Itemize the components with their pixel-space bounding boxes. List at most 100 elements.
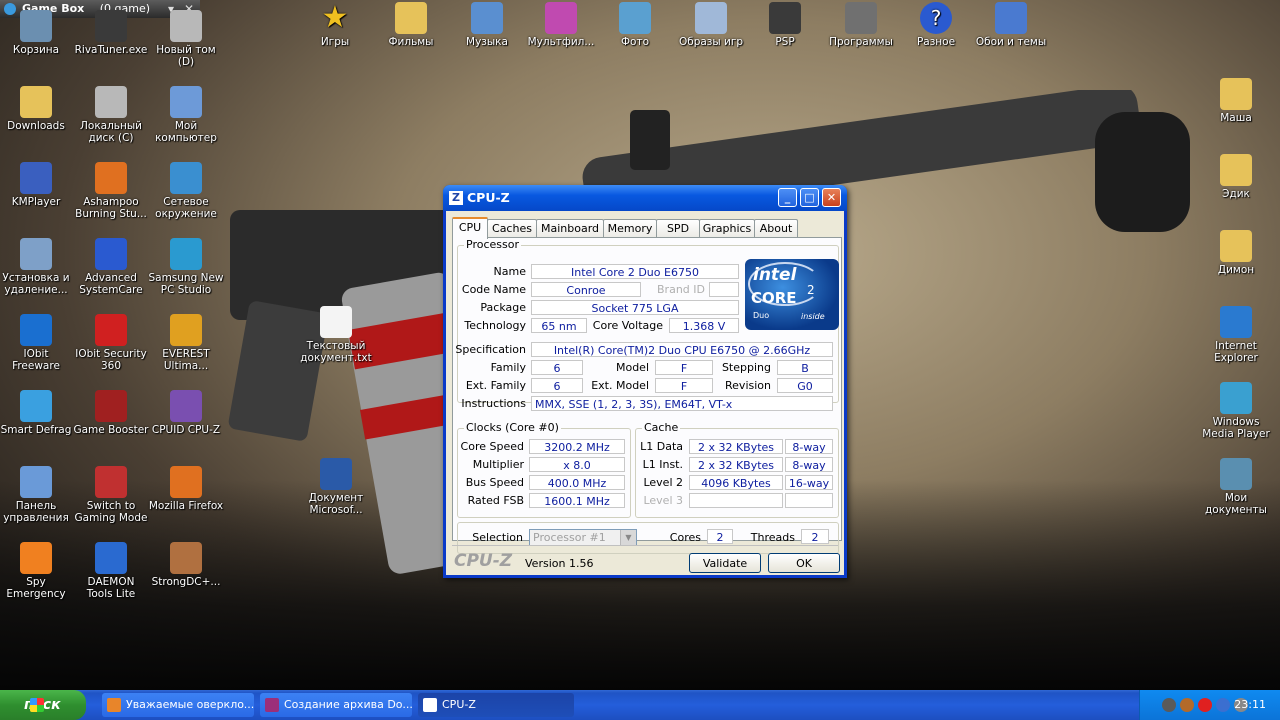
desktop-icon[interactable]: Windows Media Player: [1198, 382, 1274, 440]
cpuz-titlebar[interactable]: Z CPU-Z _ □ ✕: [443, 185, 847, 211]
desktop-icon[interactable]: Панель управления: [0, 466, 74, 524]
extmodel-label: Ext. Model: [591, 379, 649, 392]
desktop-icon[interactable]: EVEREST Ultima...: [148, 314, 224, 372]
validate-button[interactable]: Validate: [689, 553, 761, 573]
tab-cpu[interactable]: CPU: [452, 217, 488, 239]
desktop-icon-label: Мой компьютер: [155, 120, 217, 144]
intel-inside: inside: [801, 312, 825, 321]
intel-line: CORE: [751, 289, 797, 307]
tab-spd[interactable]: SPD: [656, 219, 700, 237]
start-button[interactable]: пуск: [0, 690, 86, 720]
tray-network-icon[interactable]: [1216, 698, 1230, 712]
desktop-icon[interactable]: CPUID CPU-Z: [148, 390, 224, 436]
desktop-icon[interactable]: IObit Freeware: [0, 314, 74, 372]
tab-graphics[interactable]: Graphics: [699, 219, 755, 237]
desktop-icon[interactable]: Advanced SystemCare: [73, 238, 149, 296]
desktop-icon[interactable]: Образы игр: [673, 2, 749, 48]
desktop-icon-label: Разное: [916, 36, 956, 48]
music-icon: [471, 2, 503, 34]
desktop-icon-label: Установка и удаление...: [2, 272, 70, 296]
family-label: Family: [490, 361, 526, 374]
desktop-icon[interactable]: IObit Security 360: [73, 314, 149, 372]
taskbar-item-browser[interactable]: Уважаемые оверклo...: [102, 693, 254, 717]
desktop-icon-label: IObit Freeware: [12, 348, 60, 372]
maximize-button[interactable]: □: [800, 188, 819, 207]
desktop-icon[interactable]: PSP: [747, 2, 823, 48]
desktop-icon[interactable]: Документ Microsof...: [298, 458, 374, 516]
taskbar: пуск Уважаемые оверклo... Создание архив…: [0, 690, 1280, 720]
minimize-button[interactable]: _: [778, 188, 797, 207]
desktop-icon[interactable]: Spy Emergency: [0, 542, 74, 600]
desktop-icon[interactable]: Downloads: [0, 86, 74, 132]
desktop-icon[interactable]: Samsung New PC Studio: [148, 238, 224, 296]
desktop-icon[interactable]: Обои и темы: [973, 2, 1049, 48]
desktop-icon[interactable]: Эдик: [1198, 154, 1274, 200]
desktop-icon[interactable]: Новый том (D): [148, 10, 224, 68]
extfamily-value: 6: [531, 378, 583, 393]
programs-icon: [845, 2, 877, 34]
desktop-icon[interactable]: Фото: [597, 2, 673, 48]
desktop-icon[interactable]: StrongDC+...: [148, 542, 224, 588]
system-tray: 23:11: [1139, 690, 1280, 720]
desktop-icon[interactable]: Корзина: [0, 10, 74, 56]
desktop-icon[interactable]: DAEMON Tools Lite: [73, 542, 149, 600]
technology-value: 65 nm: [531, 318, 587, 333]
desktop-icon[interactable]: Mozilla Firefox: [148, 466, 224, 512]
desktop-icon[interactable]: RivaTuner.exe: [73, 10, 149, 56]
ok-button[interactable]: OK: [768, 553, 840, 573]
desktop-icon[interactable]: Мой компьютер: [148, 86, 224, 144]
desktop-icon[interactable]: Smart Defrag: [0, 390, 74, 436]
desktop-icon[interactable]: Switch to Gaming Mode: [73, 466, 149, 524]
desktop-icon-label: Фильмы: [388, 36, 434, 48]
revision-value: G0: [777, 378, 833, 393]
desktop-icon[interactable]: ? Разное: [898, 2, 974, 48]
instructions-label: Instructions: [461, 397, 526, 410]
desktop-icon-label: Корзина: [12, 44, 60, 56]
computer-icon: [170, 86, 202, 118]
desktop-icon-label: Образы игр: [678, 36, 744, 48]
close-button[interactable]: ✕: [822, 188, 841, 207]
processor-group-title: Processor: [464, 238, 521, 251]
codename-value: Conroe: [531, 282, 641, 297]
family-value: 6: [531, 360, 583, 375]
desktop-icon[interactable]: Game Booster: [73, 390, 149, 436]
tab-mainboard[interactable]: Mainboard: [536, 219, 604, 237]
desktop-icon[interactable]: Internet Explorer: [1198, 306, 1274, 364]
cpuz-window: Z CPU-Z _ □ ✕ CPU Caches Mainboard Memor…: [443, 185, 847, 578]
desktop-icon[interactable]: Установка и удаление...: [0, 238, 74, 296]
desktop-icon[interactable]: Димон: [1198, 230, 1274, 276]
desktop-icon[interactable]: KMPlayer: [0, 162, 74, 208]
desktop-icon[interactable]: Маша: [1198, 78, 1274, 124]
desktop-icon[interactable]: Мои документы: [1198, 458, 1274, 516]
desktop-icon-label: IObit Security 360: [75, 348, 147, 372]
desktop-icon[interactable]: ★ Игры: [297, 0, 373, 49]
desktop-icon[interactable]: Сетевое окружение: [148, 162, 224, 220]
tab-memory[interactable]: Memory: [603, 219, 657, 237]
desktop-icon-label: EVEREST Ultima...: [162, 348, 210, 372]
desktop-icon[interactable]: Программы: [823, 2, 899, 48]
desktop-icon[interactable]: Фильмы: [373, 2, 449, 48]
desktop-icon[interactable]: Ashampoo Burning Stu...: [73, 162, 149, 220]
brandid-value: [709, 282, 739, 297]
taskbar-item-cpuz[interactable]: CPU-Z: [418, 693, 574, 717]
desktop-icon-label: Mozilla Firefox: [148, 500, 224, 512]
desktop-icon[interactable]: Локальный диск (C): [73, 86, 149, 144]
processor-select[interactable]: Processor #1 ▼: [529, 529, 637, 546]
taskbar-item-archiver[interactable]: Создание архива Do...: [260, 693, 412, 717]
selection-label: Selection: [472, 531, 523, 544]
spy-icon: [20, 542, 52, 574]
extfamily-label: Ext. Family: [465, 379, 526, 392]
chevron-down-icon[interactable]: ▼: [620, 530, 636, 545]
desktop-icon-label: Smart Defrag: [0, 424, 72, 436]
tab-caches[interactable]: Caches: [487, 219, 537, 237]
systemcare-icon: [95, 238, 127, 270]
tray-app-icon[interactable]: [1162, 698, 1176, 712]
desktop-icon[interactable]: Музыка: [449, 2, 525, 48]
desktop-icon[interactable]: Текстовый документ.txt: [298, 306, 374, 364]
desktop-icon[interactable]: Мультфил...: [523, 2, 599, 48]
installer-icon: [20, 238, 52, 270]
tray-strongdc-icon[interactable]: [1180, 698, 1194, 712]
tray-iobit-icon[interactable]: [1198, 698, 1212, 712]
star-icon: ★: [321, 0, 349, 35]
tab-about[interactable]: About: [754, 219, 798, 237]
